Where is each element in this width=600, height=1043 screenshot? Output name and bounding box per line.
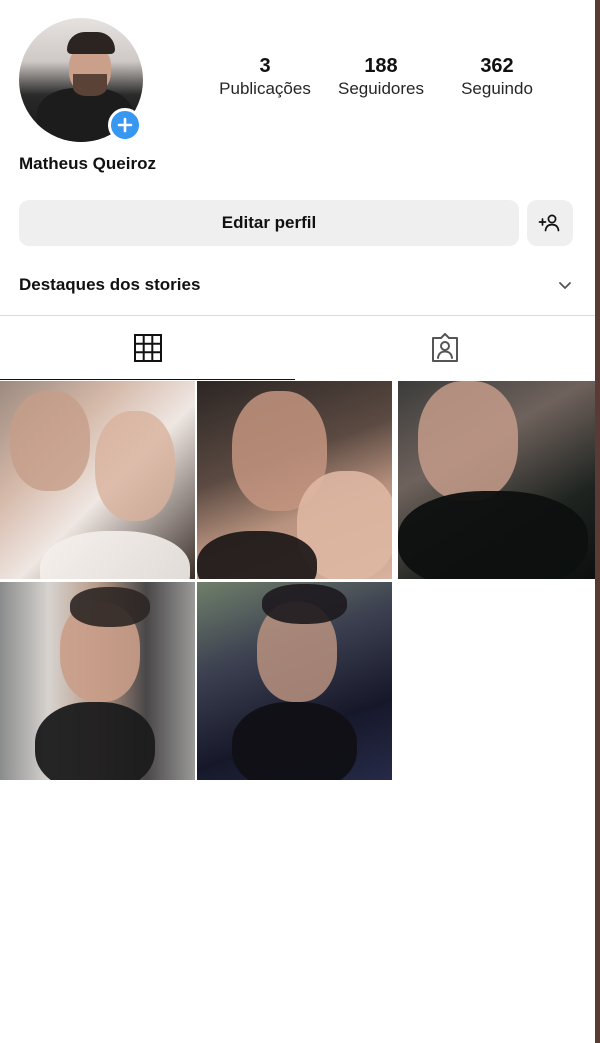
following-count: 362 [480, 55, 514, 77]
post-photo-face [95, 411, 175, 521]
tab-tagged[interactable] [295, 316, 595, 380]
post-photo-face [10, 391, 90, 491]
stat-posts[interactable]: 3 Publicações [212, 54, 318, 100]
profile-avatar-wrap[interactable] [19, 18, 143, 142]
profile-name: Matheus Queiroz [19, 154, 156, 173]
add-person-icon [538, 214, 560, 232]
posts-count: 3 [259, 55, 271, 77]
post-photo-clothing [40, 531, 190, 579]
following-label: Seguindo [461, 79, 533, 98]
window-edge [595, 0, 600, 1043]
post-thumbnail[interactable] [0, 381, 195, 579]
grid-icon [133, 333, 162, 362]
story-highlights-label: Destaques dos stories [19, 275, 201, 294]
avatar-photo-beard [73, 74, 107, 96]
post-thumbnail[interactable] [197, 582, 392, 780]
post-photo-clothing [35, 702, 155, 780]
followers-count: 188 [364, 55, 398, 77]
post-photo-face [418, 381, 518, 501]
post-thumbnail[interactable] [398, 381, 595, 579]
chevron-down-icon[interactable] [557, 277, 573, 293]
post-photo-clothing [197, 531, 317, 579]
add-story-badge[interactable] [108, 108, 142, 142]
posts-label: Publicações [219, 79, 311, 98]
stat-followers[interactable]: 188 Seguidores [331, 54, 431, 100]
stat-following[interactable]: 362 Seguindo [452, 54, 542, 100]
avatar-photo-hair [67, 32, 115, 54]
tab-posts-grid[interactable] [0, 316, 295, 380]
post-thumbnail[interactable] [0, 582, 195, 780]
plus-icon [117, 117, 133, 133]
post-photo-hair [262, 584, 347, 624]
post-photo-clothing [232, 702, 357, 780]
post-photo-hair [70, 587, 150, 627]
tagged-icon [432, 333, 458, 362]
discover-people-button[interactable] [527, 200, 573, 246]
edit-profile-button[interactable]: Editar perfil [19, 200, 519, 246]
profile-screen: 3 Publicações 188 Seguidores 362 Seguind… [0, 0, 595, 1043]
post-photo-clothing [398, 491, 588, 579]
followers-label: Seguidores [337, 79, 424, 98]
post-thumbnail[interactable] [197, 381, 392, 579]
story-highlights-row[interactable]: Destaques dos stories [19, 272, 573, 298]
